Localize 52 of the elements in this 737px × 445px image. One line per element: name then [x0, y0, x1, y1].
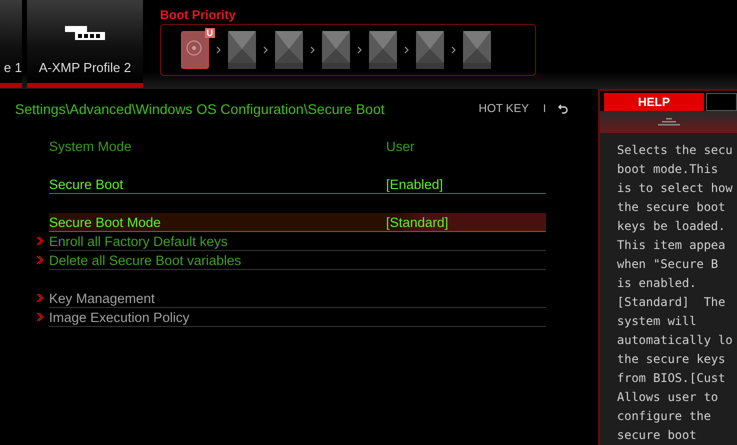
chevron-icon	[36, 236, 44, 246]
chevron-icon	[36, 312, 44, 322]
help-text-line: is enabled.	[617, 275, 698, 292]
chevron-icon	[263, 46, 268, 54]
separator: I	[542, 103, 546, 115]
help-text-line: configure the	[617, 408, 712, 425]
handle-icon[interactable]	[658, 118, 680, 126]
hotkey-label[interactable]: HOT KEY	[478, 103, 529, 115]
boot-priority-title: Boot Priority	[160, 8, 237, 22]
help-text-line: secure boot	[617, 427, 698, 444]
menu-item[interactable]: System Mode User	[49, 137, 546, 156]
menu-item[interactable]: Key Management	[49, 289, 546, 308]
empty-slot-icon[interactable]	[463, 31, 491, 69]
help-text-line: is to select how	[617, 180, 734, 197]
menu-item[interactable]: Enroll all Factory Default keys	[49, 232, 546, 251]
help-text-line: boot mode.This	[617, 161, 720, 178]
menu-item[interactable]: Delete all Secure Boot variables	[49, 251, 546, 270]
chevron-icon	[310, 46, 315, 54]
menu-item[interactable]: Secure Boot Mode [Standard]	[49, 213, 546, 232]
empty-slot-icon[interactable]	[322, 31, 350, 69]
chevron-icon	[451, 46, 456, 54]
help-text-line: from BIOS.[Cust	[617, 370, 726, 387]
breadcrumb: Settings\Advanced\Windows OS Configuration\Secure Boot	[15, 101, 386, 117]
chevron-icon	[404, 46, 409, 54]
help-text-line: Allows user to	[617, 389, 720, 406]
menu-item[interactable]: Secure Boot [Enabled]	[49, 175, 546, 194]
help-text-line: automatically lo	[617, 332, 734, 349]
chevron-icon	[36, 255, 44, 265]
usb-badge: U	[204, 28, 215, 38]
help-text-line: when "Secure B	[617, 256, 720, 273]
empty-slot-icon[interactable]	[275, 31, 303, 69]
help-text-line: system will	[617, 313, 698, 330]
profile-tab[interactable]: A-XMP Profile 2	[27, 0, 143, 88]
help-text-line: Selects the secu	[617, 142, 734, 159]
help-text-line: keys be loaded.	[617, 218, 726, 235]
profile-tab[interactable]: e 1	[0, 0, 22, 88]
help-text-line: This item appea	[617, 237, 726, 254]
help-tab[interactable]: HELP	[604, 93, 704, 111]
help-text-line: the secure boot	[617, 199, 726, 216]
tab[interactable]	[706, 93, 737, 111]
back-icon[interactable]	[558, 104, 568, 114]
hard-drive-icon[interactable]	[181, 31, 209, 69]
empty-slot-icon[interactable]	[369, 31, 397, 69]
memory-icon	[63, 24, 107, 42]
menu-item[interactable]: Image Execution Policy	[49, 308, 546, 327]
empty-slot-icon[interactable]	[416, 31, 444, 69]
chevron-icon	[216, 46, 221, 54]
help-text-line: the secure keys	[617, 351, 726, 368]
help-text-line: [Standard] The	[617, 294, 726, 311]
chevron-icon	[357, 46, 362, 54]
chevron-icon	[36, 293, 44, 303]
empty-slot-icon[interactable]	[228, 31, 256, 69]
